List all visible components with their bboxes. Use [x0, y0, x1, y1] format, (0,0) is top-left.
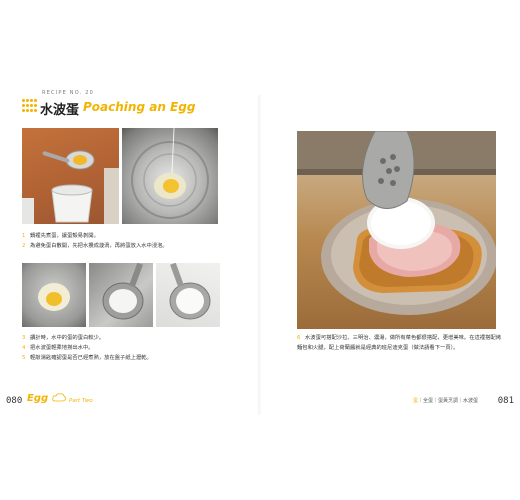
photo-crack-egg: [22, 128, 119, 224]
step-list-right: 6 水波蛋可搭配沙拉、三明治、濃湯，做所有菜色都很搭配，更增美味。在這裡搭配烤麵包…: [297, 333, 503, 353]
page-gutter: [258, 95, 262, 415]
dot-grid-icon: [22, 99, 37, 113]
recipe-title-chinese: 水波蛋: [40, 103, 80, 118]
recipe-number: RECIPE NO. 20: [42, 90, 94, 96]
recipe-title-english: Poaching an Egg: [83, 100, 196, 114]
book-brand: Egg: [27, 393, 49, 404]
step-item: 5 輕敲湯匙確認蛋是否已經煮熟，放在盤子紙上瀝乾。: [22, 355, 152, 361]
photo-egg-draining: [156, 263, 220, 327]
photo-poached-egg-on-toast: [297, 131, 496, 329]
book-spread: RECIPE NO. 20 水波蛋 Poaching an Egg 1 鍋裡先煮蛋: [0, 0, 520, 500]
step-item: 3 讀計時，水中的蛋的蛋白較少。: [22, 335, 105, 341]
photo-egg-in-pot: [122, 128, 218, 224]
step-item: 2 為避免蛋白散開，先把水攪成漩渦，再將蛋放入水中浸泡。: [22, 243, 168, 249]
step-item: 6 水波蛋可搭配沙拉、三明治、濃湯，做所有菜色都很搭配，更增美味。在這裡搭配烤麵包…: [297, 335, 501, 351]
page-number-right: 081: [497, 396, 514, 406]
photo-egg-in-water: [22, 263, 86, 327]
step-list-top: 1 鍋裡先煮蛋，讓蛋殼易剝開。 2 為避免蛋白散開，先把水攪成漩渦，再將蛋放入水中浸…: [22, 231, 168, 251]
step-list-middle: 3 讀計時，水中的蛋的蛋白較少。 4 把水波蛋輕柔地撈出水中。 5 輕敲湯匙確認蛋是否…: [22, 333, 152, 363]
photo-egg-on-spoon: [89, 263, 153, 327]
page-number-left: 080: [6, 396, 23, 406]
running-head: 蛋｜全蛋｜蛋黃烹調｜水波蛋: [412, 398, 478, 404]
step-item: 4 把水波蛋輕柔地撈出水中。: [22, 345, 94, 351]
step-item: 1 鍋裡先煮蛋，讓蛋殼易剝開。: [22, 233, 99, 239]
egg-cloud-icon: [52, 393, 66, 402]
book-part: Part Two: [69, 398, 93, 404]
